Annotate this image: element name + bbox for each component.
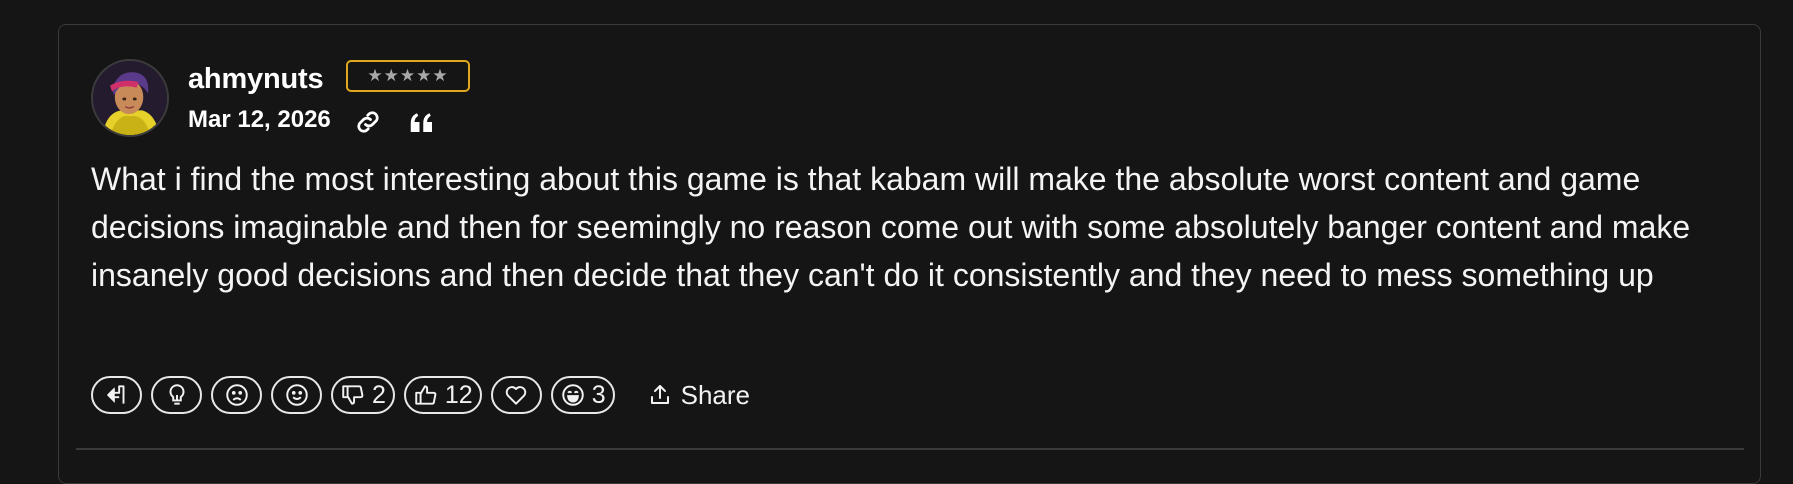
laugh-face-icon: [561, 384, 584, 406]
comment-card: ahmynuts ★★★★★ Mar 12, 2026 What i find …: [58, 24, 1761, 484]
divider: [76, 448, 1744, 450]
heart-icon: [505, 386, 527, 405]
reaction-count: 3: [591, 380, 606, 409]
reaction-dislike[interactable]: 2: [331, 376, 395, 414]
thumbs-up-icon: [415, 385, 437, 405]
share-button[interactable]: Share: [648, 380, 750, 411]
smile-face-icon: [285, 384, 308, 406]
reaction-insightful[interactable]: [151, 376, 202, 414]
reaction-laugh[interactable]: 3: [550, 376, 615, 414]
avatar-image: [93, 61, 167, 135]
quote-icon[interactable]: [407, 107, 437, 137]
reaction-sad[interactable]: [211, 376, 262, 414]
reply-arrow-icon: [106, 385, 124, 404]
reaction-like[interactable]: 12: [403, 376, 482, 414]
reaction-count: 2: [372, 380, 386, 409]
reaction-happy[interactable]: [271, 376, 322, 414]
share-label: Share: [680, 379, 751, 410]
reaction-count: 12: [444, 380, 473, 409]
thumbs-down-icon: [342, 385, 364, 405]
link-icon[interactable]: [353, 107, 383, 137]
comment-body: What i find the most interesting about t…: [91, 161, 1691, 293]
reaction-bar: 2 12 3 Share: [91, 375, 750, 415]
reaction-love[interactable]: [490, 376, 542, 414]
username[interactable]: ahmynuts: [188, 63, 324, 96]
sad-face-icon: [225, 384, 248, 406]
rank-badge: ★★★★★: [346, 60, 470, 92]
comment-date: Mar 12, 2026: [188, 106, 331, 133]
share-upload-icon: [650, 385, 669, 404]
rank-stars: ★★★★★: [367, 66, 449, 85]
lightbulb-icon: [168, 384, 185, 405]
avatar[interactable]: [91, 59, 169, 137]
reaction-reply[interactable]: [91, 376, 142, 414]
